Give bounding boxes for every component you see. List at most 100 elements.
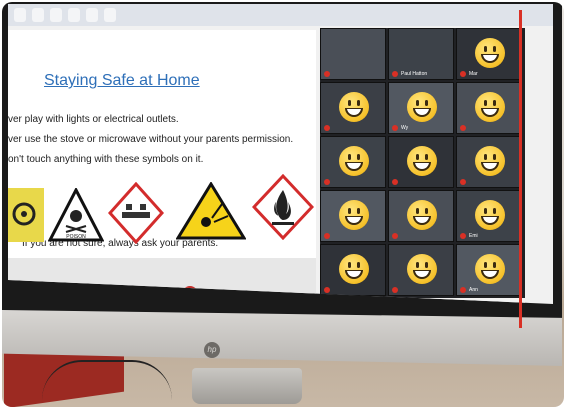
participant-tile[interactable] — [320, 136, 386, 188]
grinning-face-emoji-icon — [339, 92, 369, 122]
muted-mic-icon — [460, 125, 466, 131]
participant-tile[interactable] — [456, 136, 522, 188]
emoji-mouth — [481, 216, 499, 225]
emoji-mouth — [481, 54, 499, 63]
flammable-symbol-icon — [252, 174, 314, 240]
muted-mic-icon — [324, 233, 330, 239]
screen-edge-highlight — [519, 10, 522, 328]
participant-tile[interactable] — [320, 244, 386, 296]
participant-tile[interactable]: Emi — [456, 190, 522, 242]
grinning-face-emoji-icon — [339, 254, 369, 284]
grinning-face-emoji-icon — [475, 254, 505, 284]
grinning-face-emoji-icon — [475, 92, 505, 122]
screen: Staying Safe at Home ver play with light… — [8, 4, 553, 304]
emoji-mouth — [481, 270, 499, 279]
emoji-eye — [425, 100, 428, 106]
emoji-eye — [416, 262, 419, 268]
emoji-eye — [357, 100, 360, 106]
participant-tile[interactable] — [320, 190, 386, 242]
participant-tile[interactable]: Ann — [456, 244, 522, 296]
slide-bullet: on't touch anything with these symbols o… — [8, 154, 204, 165]
participant-tile[interactable] — [456, 82, 522, 134]
grinning-face-emoji-icon — [407, 200, 437, 230]
participant-grid: Paul Hatton Mar Wy Emi Ann — [320, 28, 525, 298]
emoji-mouth — [345, 270, 363, 279]
emoji-eye — [416, 208, 419, 214]
poison-symbol-icon: POISON — [48, 188, 104, 242]
emoji-mouth — [481, 162, 499, 171]
corrosive-symbol-icon — [108, 182, 164, 244]
biohazard-symbol-icon — [8, 188, 44, 242]
emoji-eye — [416, 154, 419, 160]
muted-mic-icon — [392, 179, 398, 185]
grinning-face-emoji-icon — [475, 146, 505, 176]
emoji-mouth — [481, 108, 499, 117]
muted-mic-icon — [324, 71, 330, 77]
emoji-eye — [484, 208, 487, 214]
emoji-eye — [416, 100, 419, 106]
muted-mic-icon — [460, 71, 466, 77]
muted-mic-icon — [392, 233, 398, 239]
emoji-mouth — [413, 270, 431, 279]
participant-tile[interactable]: Paul Hatton — [388, 28, 454, 80]
grinning-face-emoji-icon — [339, 146, 369, 176]
grinning-face-emoji-icon — [475, 38, 505, 68]
muted-mic-icon — [392, 125, 398, 131]
emoji-eye — [484, 154, 487, 160]
slide-title: Staying Safe at Home — [44, 72, 200, 89]
grinning-face-emoji-icon — [407, 92, 437, 122]
emoji-eye — [425, 262, 428, 268]
emoji-mouth — [345, 216, 363, 225]
participant-tile[interactable] — [320, 28, 386, 80]
emoji-eye — [493, 154, 496, 160]
browser-tab[interactable] — [14, 8, 26, 22]
browser-tab[interactable] — [32, 8, 44, 22]
browser-tab[interactable] — [50, 8, 62, 22]
emoji-mouth — [345, 162, 363, 171]
participant-tile[interactable] — [320, 82, 386, 134]
emoji-mouth — [413, 216, 431, 225]
emoji-eye — [348, 100, 351, 106]
emoji-eye — [425, 208, 428, 214]
participant-tile[interactable] — [388, 190, 454, 242]
muted-mic-icon — [460, 179, 466, 185]
emoji-eye — [484, 262, 487, 268]
muted-mic-icon — [392, 287, 398, 293]
photo: hp Staying Safe at Home ver play with li… — [2, 2, 564, 407]
browser-tab[interactable] — [104, 8, 116, 22]
slide-bullet: ver play with lights or electrical outle… — [8, 114, 179, 125]
browser-tab[interactable] — [86, 8, 98, 22]
emoji-mouth — [413, 162, 431, 171]
participant-tile[interactable] — [388, 244, 454, 296]
participant-tile[interactable]: Wy — [388, 82, 454, 134]
participant-tile[interactable]: Mar — [456, 28, 522, 80]
grinning-face-emoji-icon — [475, 200, 505, 230]
hp-logo: hp — [204, 342, 220, 358]
muted-mic-icon — [324, 125, 330, 131]
participant-name: Ann — [469, 287, 478, 293]
emoji-eye — [357, 208, 360, 214]
participant-tile[interactable] — [388, 136, 454, 188]
emoji-eye — [357, 262, 360, 268]
emoji-eye — [348, 154, 351, 160]
poison-label: POISON — [66, 234, 86, 240]
emoji-eye — [484, 46, 487, 52]
emoji-mouth — [345, 108, 363, 117]
muted-mic-icon — [324, 287, 330, 293]
emoji-eye — [348, 262, 351, 268]
monitor: hp Staying Safe at Home ver play with li… — [2, 2, 562, 404]
participant-name: Emi — [469, 233, 478, 239]
monitor-stand — [192, 368, 302, 404]
emoji-eye — [493, 100, 496, 106]
presentation-slide: Staying Safe at Home ver play with light… — [8, 30, 316, 258]
emoji-mouth — [413, 108, 431, 117]
emoji-eye — [484, 100, 487, 106]
browser-tab[interactable] — [68, 8, 80, 22]
muted-mic-icon — [460, 287, 466, 293]
muted-mic-icon — [392, 71, 398, 77]
slide-bullet: ver use the stove or microwave without y… — [8, 134, 294, 145]
emoji-eye — [357, 154, 360, 160]
participant-name: Wy — [401, 125, 409, 131]
grinning-face-emoji-icon — [407, 254, 437, 284]
muted-mic-icon — [460, 233, 466, 239]
